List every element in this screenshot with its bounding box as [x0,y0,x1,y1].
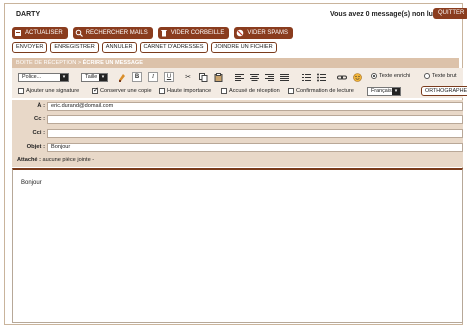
attachments-value: aucune pièce jointe - [42,157,95,163]
option-keep-copy[interactable]: Conserver une copie [92,86,152,94]
refresh-button[interactable]: ACTUALISER [12,27,68,39]
attachments-row: Attaché : aucune pièce jointe - [17,157,94,163]
breadcrumb-inbox-link[interactable]: BOITE DE RÉCEPTION [16,60,76,66]
chevron-down-icon: ▾ [60,74,68,81]
brand-logo-text: DARTY [16,11,41,18]
cc-field[interactable] [47,115,463,124]
justify-icon[interactable] [279,72,289,82]
insert-link-icon[interactable] [337,72,347,82]
option-signature[interactable]: Ajouter une signature [18,88,79,94]
cc-label: Cc : [34,116,45,122]
top-bar: DARTY Vous avez 0 message(s) non lu(s) [12,11,459,21]
cc-row: Cc : [12,114,463,125]
bcc-label: Cci : [32,130,45,136]
align-center-icon[interactable] [249,72,259,82]
rich-text-radio[interactable]: Texte enrichi [371,73,410,79]
attach-file-button[interactable]: JOINDRE UN FICHIER [210,42,277,53]
chevron-down-icon: ▾ [99,74,107,81]
subject-label: Objet : [26,144,45,150]
message-body-editor[interactable]: Bonjour [12,168,463,323]
refresh-icon [14,29,22,37]
checkbox-checked [92,86,99,94]
size-select-value: Taille [85,74,98,80]
language-select-value: Français [371,88,392,94]
empty-spams-button[interactable]: VIDER SPAMS [234,27,293,39]
trash-icon [160,29,168,37]
checkbox [288,88,294,94]
plain-text-radio[interactable]: Texte brut [424,73,457,79]
font-select[interactable]: Police... ▾ [18,73,69,82]
refresh-label: ACTUALISER [25,30,63,36]
magnifier-icon [75,29,83,37]
empty-spams-label: VIDER SPAMS [247,30,288,36]
italic-button[interactable]: I [148,72,158,82]
bcc-row: Cci : [12,128,463,139]
checkbox [18,88,24,94]
paint-format-icon[interactable] [117,72,127,82]
rich-text-label: Texte enrichi [379,73,411,79]
option-keep-copy-label: Conserver une copie [100,88,152,94]
rich-text-radio-dot [371,73,377,79]
quit-button[interactable]: QUITTER [433,8,467,19]
option-read-receipt[interactable]: Confirmation de lecture [288,88,354,94]
smiley-icon[interactable] [352,72,362,82]
plain-text-radio-dot [424,73,430,79]
option-high-importance-label: Haute importance [167,88,212,94]
option-high-importance[interactable]: Haute importance [159,88,211,94]
to-field[interactable]: eric.durand@domail.com [47,102,463,111]
bullet-list-icon[interactable] [316,72,326,82]
option-read-receipt-label: Confirmation de lecture [296,88,354,94]
spellcheck-button[interactable]: ORTHOGRAPHE [421,86,467,96]
bold-button[interactable]: B [132,72,142,82]
chevron-down-icon: ▾ [392,88,400,95]
language-select[interactable]: Français ▾ [367,87,401,96]
font-select-value: Police... [22,74,42,80]
editor-toolbar: Police... ▾ Taille ▾ B I U ✂ Texte enric… [12,68,467,98]
option-delivery-receipt-label: Accusé de réception [229,88,280,94]
search-mails-button[interactable]: RECHERCHER MAILS [72,27,153,39]
unread-message-count: Vous avez 0 message(s) non lu(s) [330,11,442,18]
copy-icon[interactable] [198,72,208,82]
compose-actions: ENVOYER ENREGISTRER ANNULER CARNET D'ADR… [12,42,277,53]
subject-field[interactable]: Bonjour [47,143,463,152]
attachments-label: Attaché : [17,157,41,163]
bcc-field[interactable] [47,129,463,138]
mailbox-actions: ACTUALISER RECHERCHER MAILS VIDER CORBEI… [12,27,293,39]
align-right-icon[interactable] [264,72,274,82]
size-select[interactable]: Taille ▾ [81,73,108,82]
breadcrumb-current: ÉCRIRE UN MESSAGE [82,60,143,66]
align-left-icon[interactable] [234,72,244,82]
spam-icon [236,29,244,37]
save-draft-button[interactable]: ENREGISTRER [50,42,99,53]
search-mails-label: RECHERCHER MAILS [85,30,148,36]
option-signature-label: Ajouter une signature [26,88,80,94]
cancel-button[interactable]: ANNULER [101,42,137,53]
send-button[interactable]: ENVOYER [12,42,48,53]
paste-icon[interactable] [213,72,223,82]
checkbox [159,88,165,94]
cut-icon[interactable]: ✂ [183,72,193,82]
underline-button[interactable]: U [164,72,174,82]
empty-trash-button[interactable]: VIDER CORBEILLE [157,27,230,39]
plain-text-label: Texte brut [432,73,457,79]
checkbox [221,88,227,94]
address-book-button[interactable]: CARNET D'ADRESSES [139,42,208,53]
to-row: À : eric.durand@domail.com [12,101,463,112]
subject-row: Objet : Bonjour [12,142,463,153]
to-label: À : [37,103,45,109]
message-headers: À : eric.durand@domail.com Cc : Cci : Ob… [12,100,463,167]
option-delivery-receipt[interactable]: Accusé de réception [221,88,280,94]
breadcrumb: BOITE DE RÉCEPTION > ÉCRIRE UN MESSAGE [12,58,459,68]
numbered-list-icon[interactable] [301,72,311,82]
empty-trash-label: VIDER CORBEILLE [170,30,225,36]
message-body-text: Bonjour [21,180,42,186]
